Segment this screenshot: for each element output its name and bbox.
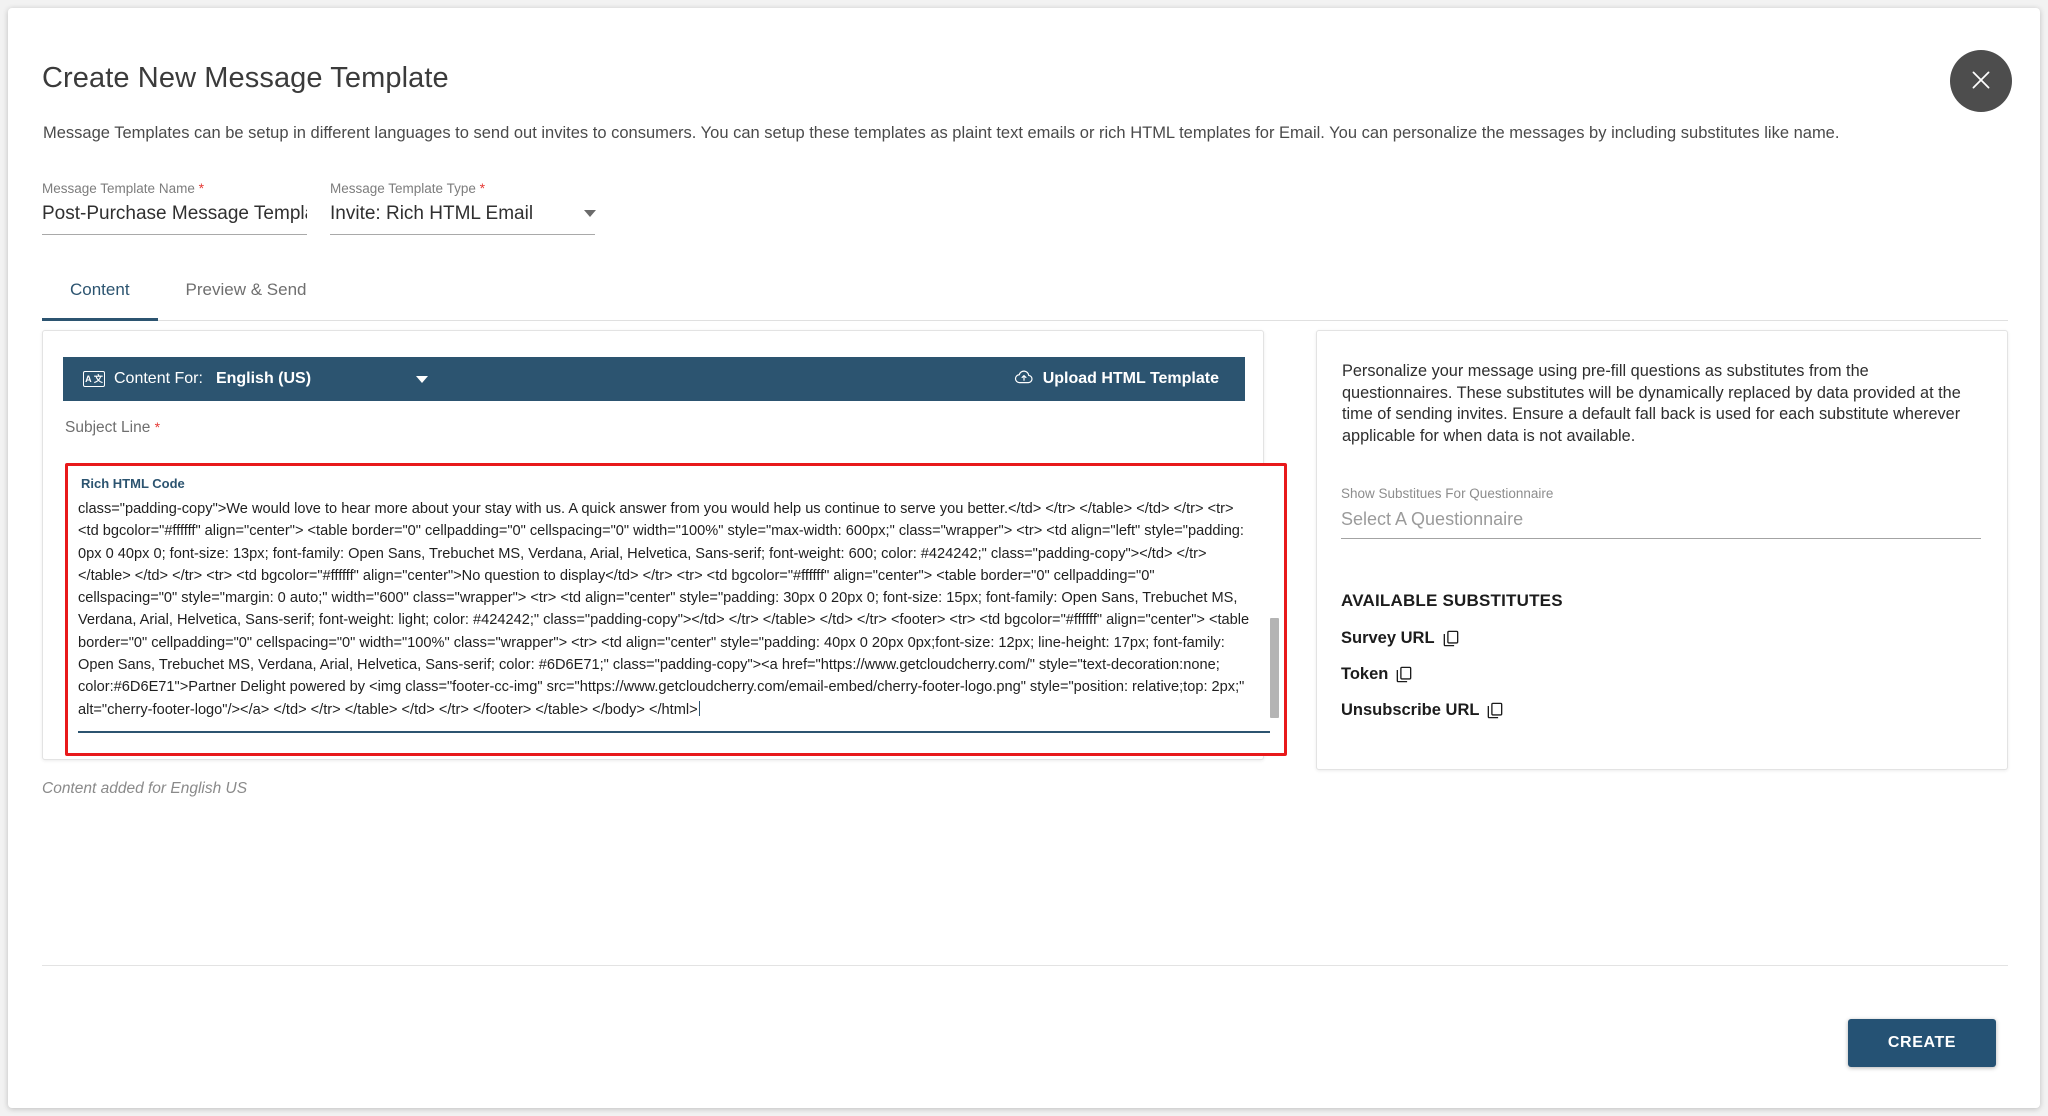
tab-content[interactable]: Content [42,270,158,322]
page-description: Message Templates can be setup in differ… [43,124,1840,142]
questionnaire-label: Show Substitues For Questionnaire [1341,486,1554,501]
message-template-type-value[interactable] [330,203,595,235]
close-icon [1968,67,1994,96]
close-button[interactable] [1950,50,2012,112]
language-icon: A文 [83,371,105,387]
code-focus-underline [78,731,1270,733]
rich-html-code-value: class="padding-copy">We would love to he… [78,501,1250,718]
tab-bar: Content Preview & Send [42,270,2008,322]
text-cursor [698,700,701,716]
substitute-item-survey-url[interactable]: Survey URL [1341,629,1459,648]
chevron-down-icon [584,210,596,217]
substitute-label: Unsubscribe URL [1341,701,1480,719]
available-substitutes-title: AVAILABLE SUBSTITUTES [1341,591,1563,610]
required-marker: * [154,419,161,435]
substitute-item-token[interactable]: Token [1341,665,1412,684]
chevron-down-icon[interactable] [416,375,429,383]
label-text: Message Template Name [42,181,195,196]
message-template-name-input[interactable] [42,203,307,235]
content-card: A文 Content For: English (US) Upload HTML… [42,330,1287,760]
rich-html-code-legend: Rich HTML Code [81,476,185,491]
substitutes-description: Personalize your message using pre-fill … [1342,362,1961,445]
subject-line-label: Subject Line * [65,419,1245,437]
substitutes-list: Survey URL Token Unsubscribe URL [1341,629,1941,737]
cloud-upload-icon [1014,369,1043,390]
label-text: Message Template Type [330,181,476,196]
code-scrollbar[interactable] [1270,618,1279,718]
create-message-template-dialog: Create New Message Template Message Temp… [8,8,2040,1108]
message-template-name-label: Message Template Name * [42,180,312,196]
substitute-label: Survey URL [1341,629,1435,647]
required-marker: * [198,180,205,196]
substitutes-panel: Personalize your message using pre-fill … [1316,330,2008,770]
create-button[interactable]: CREATE [1848,1019,1996,1067]
label-text: Subject Line [65,419,151,436]
message-template-type-field: Message Template Type * [330,180,600,235]
questionnaire-select-input[interactable] [1341,509,1981,539]
subject-line-field: Subject Line * [65,419,1245,468]
content-for-label: Content For: [114,370,203,387]
message-template-type-label: Message Template Type * [330,180,600,196]
substitute-label: Token [1341,665,1389,683]
tab-preview-send[interactable]: Preview & Send [158,270,335,320]
page-title: Create New Message Template [42,62,449,94]
content-status-text: Content added for English US [42,780,248,797]
message-template-name-field: Message Template Name * [42,180,312,235]
rich-html-code-box: Rich HTML Code class="padding-copy">We w… [65,463,1287,756]
footer-divider [42,965,2008,966]
content-for-bar: A文 Content For: English (US) Upload HTML… [63,357,1245,401]
copy-icon[interactable] [1487,702,1503,719]
questionnaire-field: Show Substitues For Questionnaire [1341,486,1981,539]
copy-icon[interactable] [1443,630,1459,647]
substitute-item-unsubscribe-url[interactable]: Unsubscribe URL [1341,701,1503,720]
upload-button-label: Upload HTML Template [1042,370,1219,387]
copy-icon[interactable] [1396,666,1412,683]
required-marker: * [479,180,486,196]
message-template-type-select[interactable] [330,203,600,235]
rich-html-code-textarea[interactable]: class="padding-copy">We would love to he… [78,498,1268,726]
upload-html-template-button[interactable]: Upload HTML Template [1008,368,1225,391]
content-for-value[interactable]: English (US) [216,370,311,388]
